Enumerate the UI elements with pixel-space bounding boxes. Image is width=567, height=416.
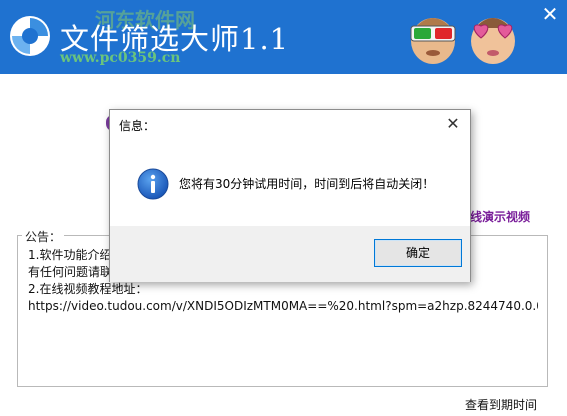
info-dialog: 信息： ✕ 您将有30分钟试用时间，时间到后将自动关闭！ 确定	[109, 109, 471, 282]
dialog-title-bar: 信息： ✕	[110, 110, 470, 138]
dialog-footer: 确定	[110, 226, 470, 282]
check-expiry-link[interactable]: 查看到期时间	[465, 396, 537, 413]
ok-button[interactable]: 确定	[374, 239, 462, 267]
notice-line: 2.在线视频教程地址：	[28, 282, 148, 296]
window-close-button[interactable]: ✕	[537, 2, 563, 26]
app-logo-icon	[10, 16, 50, 56]
heart-glasses-mascot-icon	[471, 18, 515, 64]
dialog-body: 您将有30分钟试用时间，时间到后将自动关闭！	[110, 138, 470, 226]
info-icon	[137, 168, 169, 200]
notice-line: https://video.tudou.com/v/XNDI5ODIzMTM0M…	[28, 299, 538, 313]
watermark-url: www.pc0359.cn	[60, 50, 181, 66]
3d-glasses-mascot-icon	[410, 18, 456, 64]
dialog-title: 信息：	[119, 119, 156, 133]
notice-legend: 公告：	[22, 228, 65, 245]
title-bar: 河东软件网 文件筛选大师1.1 www.pc0359.cn ✕	[0, 0, 567, 74]
dialog-close-button[interactable]: ✕	[442, 113, 464, 135]
dialog-message: 您将有30分钟试用时间，时间到后将自动关闭！	[179, 177, 435, 191]
